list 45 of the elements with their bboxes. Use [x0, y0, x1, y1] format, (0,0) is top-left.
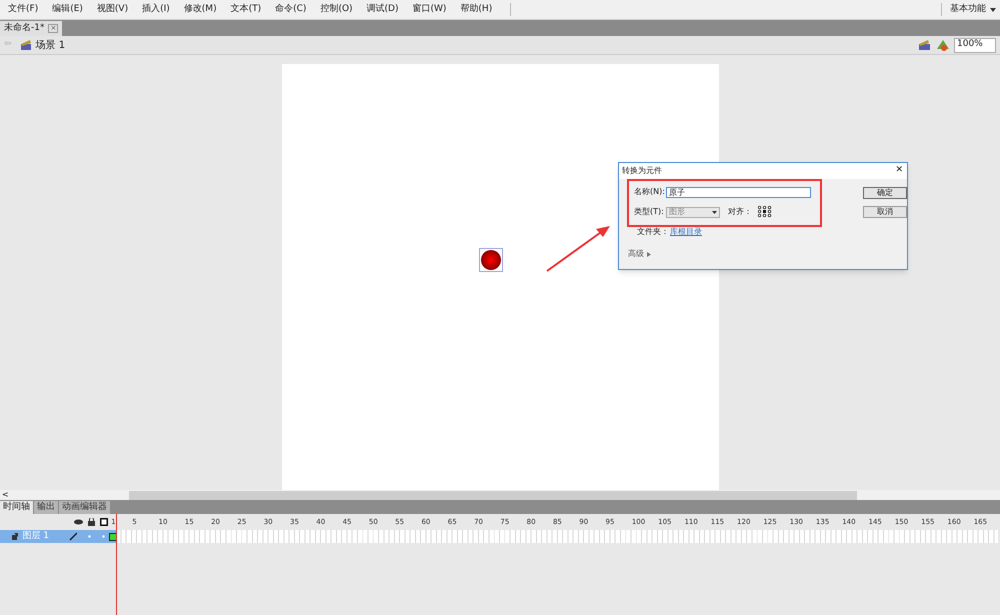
timeline-tab[interactable]: 时间轴 [0, 501, 33, 514]
workspace-menu[interactable]: 基本功能 [941, 2, 1000, 16]
zoom-field[interactable]: 100% [954, 38, 996, 52]
pencil-icon [68, 532, 77, 541]
menu-item[interactable]: 文件(F) [6, 2, 40, 16]
folder-label: 文件夹： [637, 226, 669, 238]
selected-circle[interactable] [478, 248, 502, 272]
clapperboard-icon[interactable] [918, 38, 932, 52]
dot-icon[interactable] [88, 535, 92, 538]
registration-grid-icon[interactable] [758, 206, 772, 218]
advanced-label[interactable]: 高级 [628, 248, 644, 260]
timeline-tab[interactable]: 输出 [34, 501, 58, 514]
cancel-button[interactable]: 取消 [863, 206, 907, 218]
outline-icon[interactable] [100, 518, 108, 526]
scene-label: 场景 1 [36, 38, 66, 52]
shapes-icon[interactable] [936, 38, 950, 52]
menu-item[interactable]: 窗口(W) [410, 2, 448, 16]
menu-item[interactable]: 调试(D) [364, 2, 400, 16]
folder-link[interactable]: 库根目录 [670, 226, 702, 238]
menu-item[interactable]: 编辑(E) [50, 2, 85, 16]
layer-icon [12, 533, 18, 540]
menu-item[interactable]: 文本(T) [228, 2, 264, 16]
align-label: 对齐： [728, 206, 752, 218]
dot-icon[interactable] [102, 535, 105, 538]
ok-button[interactable]: 确定 [863, 187, 907, 199]
name-field[interactable]: 原子 [666, 186, 811, 198]
expand-arrow-icon[interactable] [647, 252, 651, 256]
caret-icon [990, 8, 996, 12]
clapperboard-icon [20, 39, 32, 51]
caret-icon [712, 210, 717, 214]
eye-icon[interactable] [74, 519, 84, 525]
menu-item[interactable]: 插入(I) [140, 2, 172, 16]
menu-item[interactable]: 控制(O) [318, 2, 355, 16]
menu-item[interactable]: 修改(M) [182, 2, 219, 16]
name-label: 名称(N): [634, 186, 665, 198]
dialog-title: 转换为元件 [622, 165, 662, 177]
type-label: 类型(T): [634, 206, 664, 218]
lock-icon[interactable] [88, 518, 96, 526]
close-button[interactable]: ✕ [895, 164, 903, 178]
timeline-tab[interactable]: 动画编辑器 [59, 501, 110, 514]
menu-item[interactable]: 命令(C) [273, 2, 308, 16]
arrow-drawing [546, 224, 612, 272]
scrollbar-thumb[interactable] [129, 490, 857, 500]
menu-item[interactable]: 帮助(H) [458, 2, 494, 16]
menu-item[interactable]: 视图(V) [94, 2, 130, 16]
